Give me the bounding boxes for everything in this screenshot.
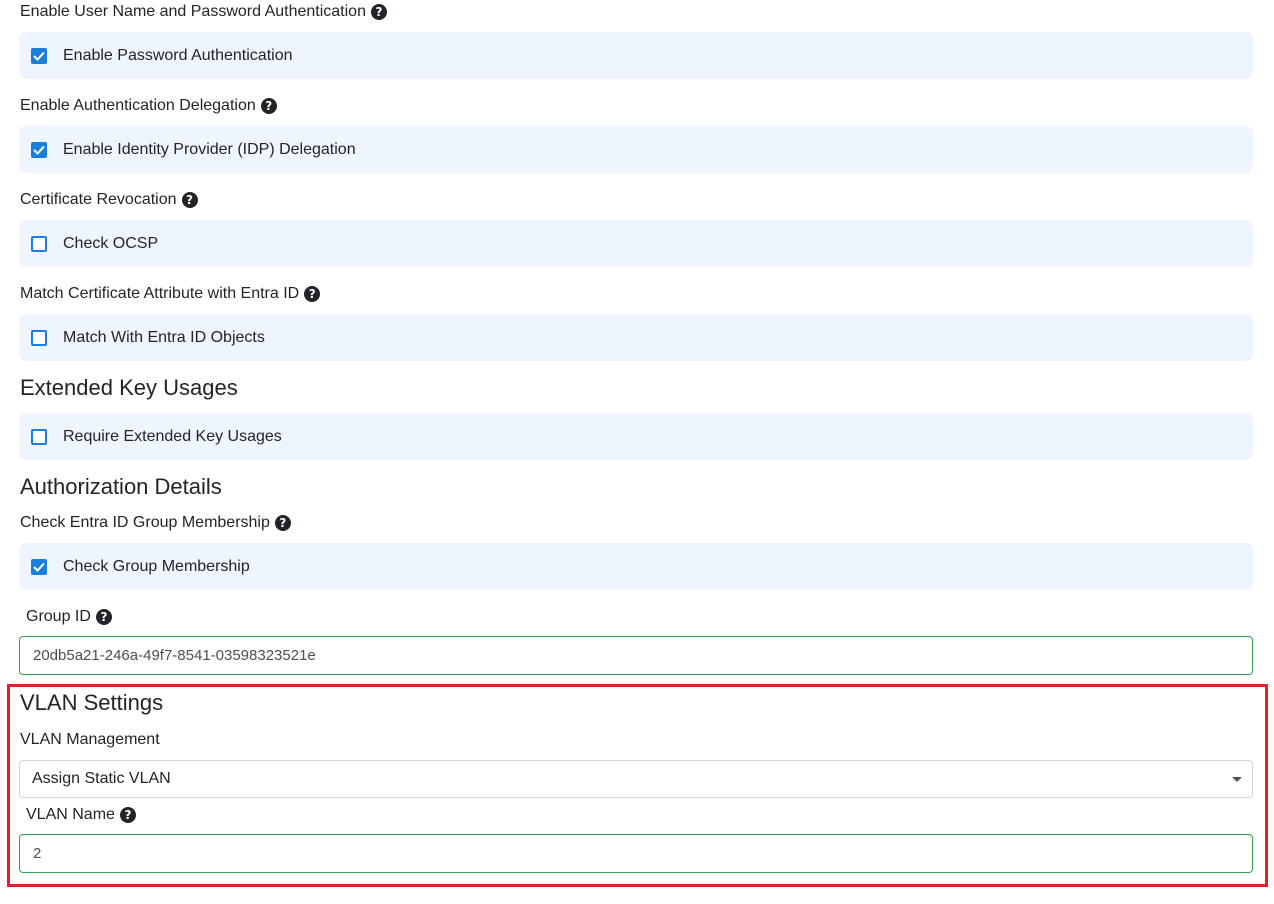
check-icon (33, 562, 45, 572)
help-icon[interactable]: ? (370, 4, 387, 20)
revocation-option-label: Check OCSP (63, 234, 159, 252)
group-id-label: Group ID ? (26, 607, 112, 627)
delegation-option[interactable]: Enable Identity Provider (IDP) Delegatio… (19, 126, 1253, 173)
help-icon[interactable]: ? (95, 609, 112, 625)
group-membership-option[interactable]: Check Group Membership (19, 543, 1253, 590)
delegation-checkbox[interactable] (31, 141, 47, 158)
password-auth-checkbox[interactable] (31, 47, 47, 64)
password-auth-option-label: Enable Password Authentication (63, 46, 293, 64)
authorization-heading: Authorization Details (20, 474, 222, 499)
help-icon[interactable]: ? (260, 98, 277, 114)
help-icon[interactable]: ? (304, 286, 321, 302)
eku-option[interactable]: Require Extended Key Usages (19, 413, 1253, 460)
match-label: Match Certificate Attribute with Entra I… (20, 284, 321, 304)
group-membership-option-label: Check Group Membership (63, 557, 250, 575)
vlan-management-select[interactable]: Assign Static VLAN (19, 760, 1253, 798)
revocation-label: Certificate Revocation ? (20, 190, 198, 210)
group-membership-label: Check Entra ID Group Membership ? (20, 513, 291, 533)
help-icon[interactable]: ? (119, 807, 136, 823)
help-icon[interactable]: ? (274, 515, 291, 531)
eku-heading: Extended Key Usages (20, 375, 238, 400)
delegation-label: Enable Authentication Delegation ? (20, 96, 277, 116)
group-id-input[interactable]: 20db5a21-246a-49f7-8541-03598323521e (19, 636, 1253, 675)
delegation-option-label: Enable Identity Provider (IDP) Delegatio… (63, 140, 356, 158)
chevron-down-icon (1232, 777, 1242, 782)
check-icon (33, 51, 45, 61)
password-auth-label: Enable User Name and Password Authentica… (20, 2, 387, 22)
match-option[interactable]: Match With Entra ID Objects (19, 314, 1253, 361)
vlan-management-label: VLAN Management (20, 731, 160, 748)
revocation-checkbox[interactable] (31, 235, 47, 252)
group-membership-checkbox[interactable] (31, 558, 47, 575)
eku-option-label: Require Extended Key Usages (63, 427, 282, 445)
vlan-name-input[interactable]: 2 (19, 834, 1253, 873)
revocation-option[interactable]: Check OCSP (19, 220, 1253, 267)
match-option-label: Match With Entra ID Objects (63, 328, 265, 346)
check-icon (33, 145, 45, 155)
vlan-name-label: VLAN Name ? (26, 805, 136, 825)
match-checkbox[interactable] (31, 329, 47, 346)
vlan-heading: VLAN Settings (20, 690, 164, 715)
password-auth-option[interactable]: Enable Password Authentication (19, 32, 1253, 79)
eku-checkbox[interactable] (31, 428, 47, 445)
help-icon[interactable]: ? (181, 192, 198, 208)
